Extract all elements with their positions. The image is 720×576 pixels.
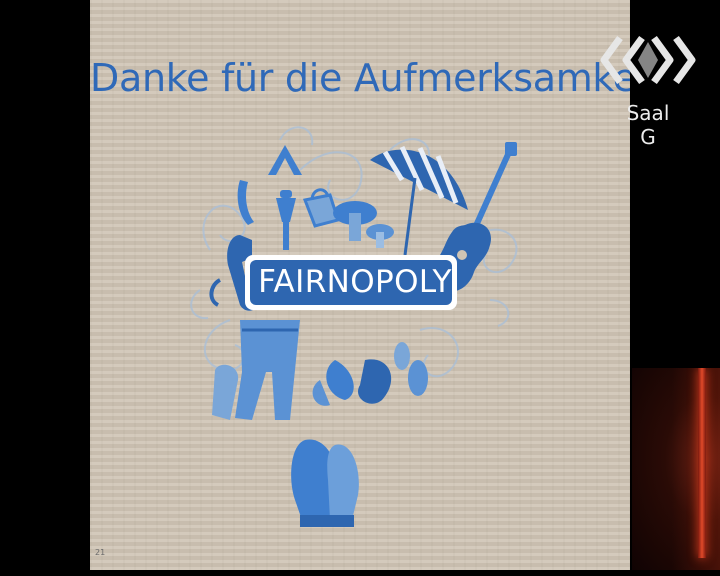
leaf-icon [312, 342, 428, 406]
mushroom-icon [333, 201, 394, 248]
letter-a-icon [268, 145, 302, 175]
presentation-slide: Danke für die Aufmerksamkeit! FAIRNOPOLY… [90, 0, 630, 570]
vase-icon [237, 180, 254, 225]
boxing-gloves-icon [291, 439, 359, 527]
jeans-icon [212, 320, 300, 420]
handbag-icon [302, 188, 340, 228]
fairnopoly-logo-text: FAIRNOPOLY [258, 264, 452, 300]
light-beam [698, 368, 706, 558]
camera-video-inset [632, 368, 720, 570]
slide-number: 21 [95, 548, 106, 557]
light-glow [672, 368, 720, 570]
lamp-icon [276, 190, 296, 250]
room-logo-icon [600, 35, 696, 85]
room-label: Saal G [626, 101, 670, 149]
